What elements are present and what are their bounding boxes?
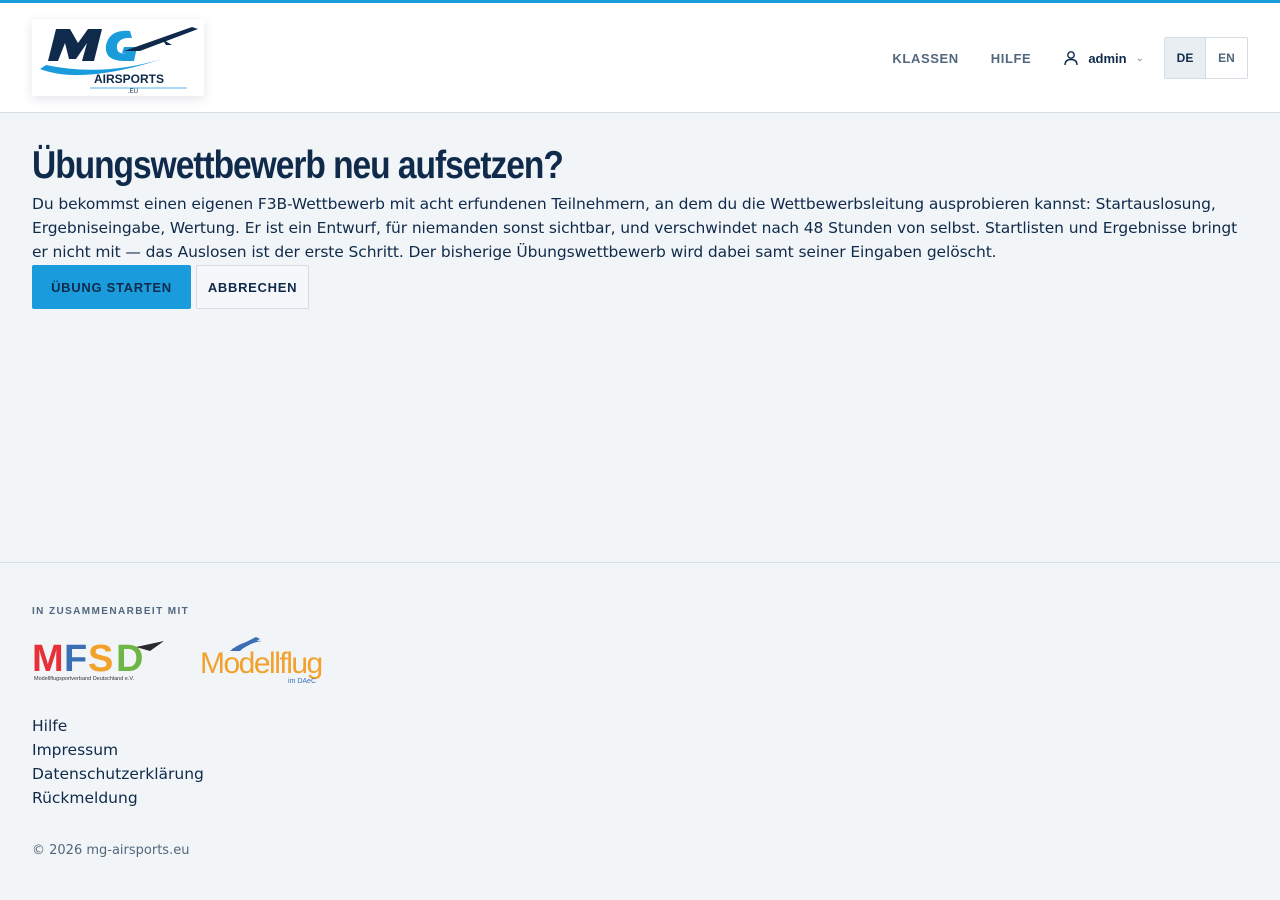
mg-airsports-logo: AIRSPORTS .EU (40, 27, 198, 95)
language-switcher: DE EN (1164, 37, 1248, 79)
svg-text:F: F (64, 638, 86, 680)
intro-text: Du bekommst einen eigenen F3B-Wettbewerb… (32, 195, 1238, 261)
user-icon (1064, 51, 1079, 66)
footer-link-impressum[interactable]: Impressum (32, 738, 204, 762)
user-menu[interactable]: admin ⌄ (1063, 50, 1144, 66)
svg-text:D: D (116, 638, 142, 680)
svg-text:M: M (32, 638, 63, 680)
footer-links: Hilfe Impressum Datenschutzerklärung Rüc… (32, 714, 204, 810)
nav-link-klassen[interactable]: KLASSEN (892, 51, 958, 66)
svg-text:im DAeC: im DAeC (288, 678, 316, 685)
mfsd-logo[interactable]: M F S D Modellflugsportverband Deutschla… (32, 637, 166, 683)
svg-text:AIRSPORTS: AIRSPORTS (94, 72, 164, 86)
lang-button-de[interactable]: DE (1165, 38, 1206, 78)
partners-heading: IN ZUSAMMENARBEIT MIT (32, 606, 190, 617)
lang-button-en[interactable]: EN (1206, 38, 1247, 78)
modellflug-logo[interactable]: Modellflug im DAeC (200, 637, 346, 685)
page-title: Übungswettbewerb neu aufsetzen? (32, 144, 564, 187)
start-practice-button[interactable]: ÜBUNG STARTEN (32, 265, 191, 309)
svg-text:Modellflugsportverband Deutsch: Modellflugsportverband Deutschland e.V. (34, 676, 135, 682)
site-logo[interactable]: AIRSPORTS .EU (32, 19, 204, 96)
nav-link-hilfe[interactable]: HILFE (991, 51, 1032, 66)
site-footer: IN ZUSAMMENARBEIT MIT M F S D Modellflug… (0, 562, 1280, 900)
svg-text:S: S (88, 638, 112, 680)
footer-link-rueckmeldung[interactable]: Rückmeldung (32, 786, 204, 810)
copyright: © 2026 mg-airsports.eu (32, 843, 190, 858)
footer-link-hilfe[interactable]: Hilfe (32, 714, 204, 738)
action-buttons: ÜBUNG STARTEN ABBRECHEN (32, 265, 1248, 309)
svg-text:.EU: .EU (128, 89, 138, 95)
partner-logos: M F S D Modellflugsportverband Deutschla… (32, 637, 346, 685)
svg-text:Modellflug: Modellflug (200, 647, 322, 680)
footer-link-datenschutz[interactable]: Datenschutzerklärung (32, 762, 204, 786)
main-nav: KLASSEN HILFE admin ⌄ DE EN (892, 37, 1248, 79)
site-header: AIRSPORTS .EU KLASSEN HILFE admin ⌄ DE E… (0, 3, 1280, 113)
user-name: admin (1088, 50, 1127, 66)
chevron-down-icon: ⌄ (1135, 52, 1144, 64)
main-content: Übungswettbewerb neu aufsetzen? Du bekom… (32, 140, 1248, 309)
cancel-button[interactable]: ABBRECHEN (196, 265, 309, 309)
